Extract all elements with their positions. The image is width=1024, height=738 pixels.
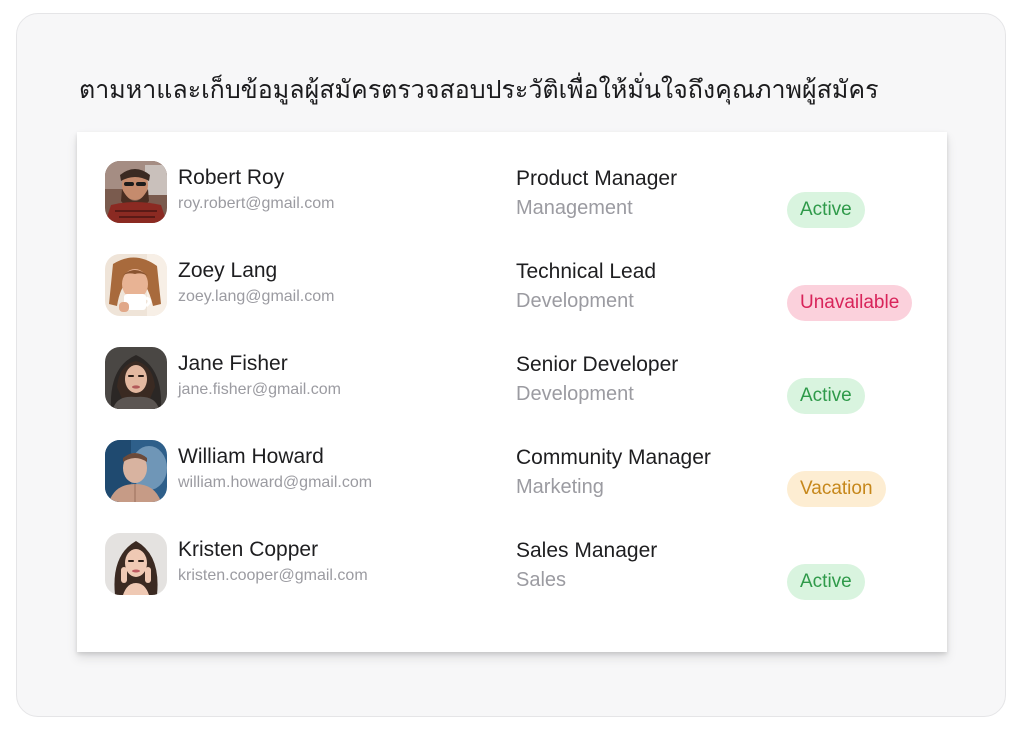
candidate-name: Kristen Copper [178, 538, 319, 561]
candidate-role: Sales Manager [516, 539, 658, 562]
woman-with-cup-avatar [105, 254, 167, 316]
candidate-department: Development [516, 290, 634, 312]
status-badge: Active [787, 378, 865, 414]
status-badge: Active [787, 564, 865, 600]
candidate-email: william.howard@gmail.com [178, 474, 373, 491]
candidate-row[interactable]: Jane Fisher jane.fisher@gmail.com Senior… [77, 332, 947, 425]
candidate-name: William Howard [178, 445, 324, 468]
candidate-department: Development [516, 383, 634, 405]
candidate-email: jane.fisher@gmail.com [178, 381, 341, 398]
candidate-row[interactable]: Kristen Copper kristen.cooper@gmail.com … [77, 518, 947, 611]
man-with-smoke-avatar [105, 440, 167, 502]
woman-portrait-avatar [105, 533, 167, 595]
candidate-role: Technical Lead [516, 260, 657, 283]
status-badge: Unavailable [787, 285, 913, 321]
candidate-row[interactable]: Robert Roy roy.robert@gmail.com Product … [77, 146, 947, 239]
candidate-department: Sales [516, 569, 567, 591]
candidate-name: Robert Roy [178, 166, 285, 189]
status-badge: Active [787, 192, 865, 228]
candidate-name: Jane Fisher [178, 352, 288, 375]
candidate-row[interactable]: Zoey Lang zoey.lang@gmail.com Technical … [77, 239, 947, 332]
candidate-email: zoey.lang@gmail.com [178, 288, 335, 305]
candidate-department: Management [516, 197, 633, 219]
candidate-name: Zoey Lang [178, 259, 278, 282]
candidate-list-card: Robert Roy roy.robert@gmail.com Product … [77, 132, 947, 652]
candidate-department: Marketing [516, 476, 604, 498]
candidate-row[interactable]: William Howard william.howard@gmail.com … [77, 425, 947, 518]
candidate-email: kristen.cooper@gmail.com [178, 567, 368, 584]
woman-with-headscarf-avatar [105, 347, 167, 409]
page-container: ตามหาและเก็บข้อมูลผู้สมัครตรวจสอบประวัติ… [16, 13, 1006, 717]
bearded-man-avatar [105, 161, 167, 223]
candidate-role: Product Manager [516, 167, 678, 190]
candidate-email: roy.robert@gmail.com [178, 195, 335, 212]
candidate-role: Senior Developer [516, 353, 679, 376]
candidate-role: Community Manager [516, 446, 711, 469]
status-badge: Vacation [787, 471, 886, 507]
page-headline: ตามหาและเก็บข้อมูลผู้สมัครตรวจสอบประวัติ… [79, 75, 879, 104]
